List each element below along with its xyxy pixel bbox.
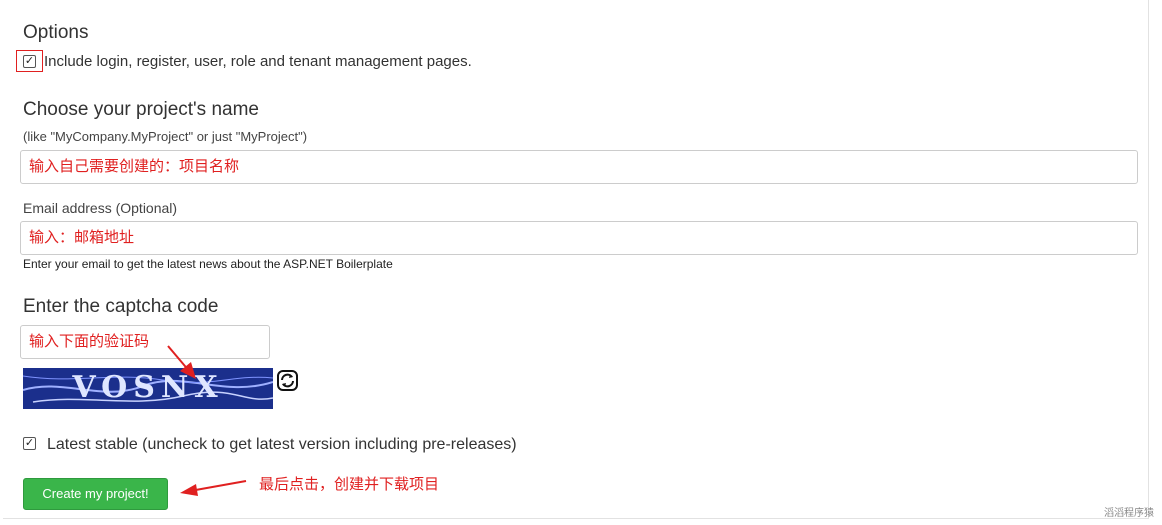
annotation-arrows — [167, 345, 247, 496]
include-pages-label: Include login, register, user, role and … — [44, 53, 472, 70]
email-help-text: Enter your email to get the latest news … — [23, 257, 393, 271]
project-name-hint: (like "MyCompany.MyProject" or just "MyP… — [23, 129, 308, 144]
project-name-input[interactable]: 输入自己需要创建的：项目名称 — [20, 150, 1138, 184]
create-project-button[interactable]: Create my project! — [23, 478, 168, 510]
email-input[interactable]: 输入：邮箱地址 — [20, 221, 1138, 255]
include-pages-checkbox[interactable]: ✓ — [23, 55, 36, 68]
email-label: Email address (Optional) — [23, 200, 178, 216]
final-step-annotation: 最后点击，创建并下载项目 — [259, 476, 440, 493]
captcha-input[interactable]: 输入下面的验证码 — [20, 325, 270, 359]
latest-stable-checkbox[interactable]: ✓ — [23, 437, 36, 450]
options-panel: Options ✓ Include login, register, user,… — [3, 0, 1149, 519]
captcha-image: VOSNX — [23, 368, 273, 409]
latest-stable-label: Latest stable (uncheck to get latest ver… — [47, 436, 517, 453]
project-name-heading: Choose your project's name — [23, 99, 259, 120]
refresh-icon — [281, 373, 294, 388]
captcha-image-text: VOSNX — [72, 370, 224, 405]
captcha-refresh-button[interactable] — [277, 370, 298, 391]
watermark: 滔滔程序猿 — [1104, 508, 1154, 519]
captcha-heading: Enter the captcha code — [23, 296, 219, 317]
options-heading: Options — [23, 22, 89, 43]
project-creation-page: Options ✓ Include login, register, user,… — [0, 0, 1162, 525]
